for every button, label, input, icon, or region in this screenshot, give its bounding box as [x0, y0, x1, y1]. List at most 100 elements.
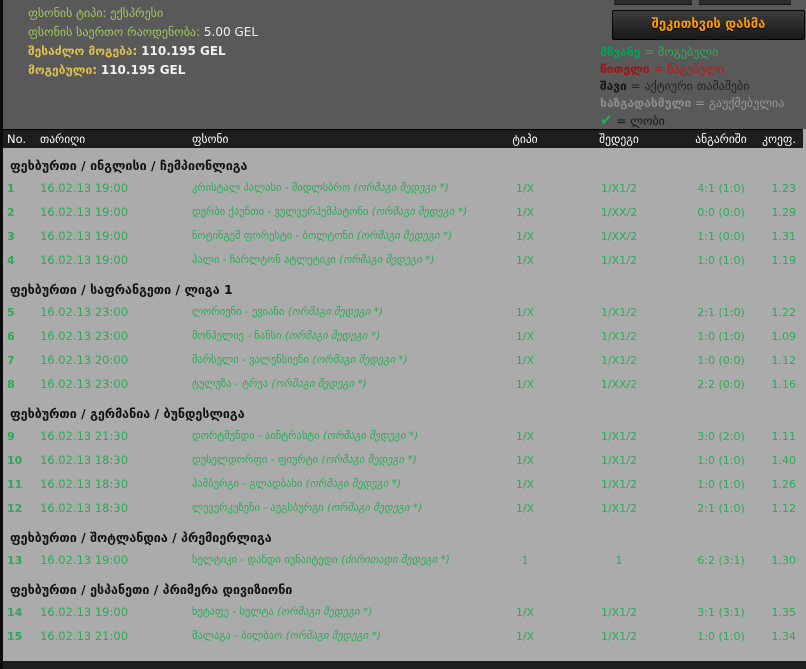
- legend-item: ✔ = ლობი: [600, 112, 784, 129]
- bet-section: ფეხბურთი / ესპანეთი / პრიმერა დივიზიონი 1…: [0, 580, 806, 648]
- section-title: ფეხბურთი / ესპანეთი / პრიმერა დივიზიონი: [10, 582, 293, 597]
- row-coef: 1.31: [771, 229, 797, 243]
- match-teams: სელტიკი - დანდი იუნაიტედი: [192, 553, 342, 566]
- row-number: 9: [7, 429, 15, 443]
- row-coef: 1.29: [771, 205, 797, 219]
- bet-type-value: ექსპრესი: [110, 6, 164, 20]
- bet-row: 11 16.02.13 18:30 ჰამბურგი - გლადბახი (ორმ…: [0, 472, 806, 496]
- legend-item: შავი = აქტიური თამაშები: [600, 78, 784, 95]
- legend-term: წითელი: [600, 62, 650, 76]
- match-note: (ორმაგი შედეგი *): [326, 501, 423, 514]
- row-type: 1/X: [515, 477, 535, 491]
- cutoff-button-2[interactable]: [699, 0, 791, 5]
- row-result: 1/X1/2: [601, 605, 637, 619]
- bet-row: 7 16.02.13 20:00 მარსელი - ვალენსიენი (ორმ…: [0, 348, 806, 372]
- bet-row: 2 16.02.13 19:00 დერბი ქაუნთი - ვულვერჰემპ…: [0, 200, 806, 224]
- legend-equals: =: [649, 62, 668, 76]
- bet-total-label: ფსონის საერთო რაოდენობა:: [28, 25, 201, 39]
- match-teams: ნოტინგემ ფორესტი - ბოლტონი: [192, 229, 357, 242]
- row-number: 12: [7, 501, 23, 515]
- section-title: ფეხბურთი / შოტლანდია / პრემიერლიგა: [10, 530, 272, 545]
- row-match: ჰალი - ჩარლტონ ატლეტიკი (ორმაგი შედეგი *…: [184, 254, 494, 267]
- legend-equals: =: [626, 79, 645, 93]
- row-coef: 1.26: [771, 477, 797, 491]
- match-note: (ძირითადი შედეგი *): [341, 553, 450, 566]
- bet-section: ფეხბურთი / საფრანგეთი / ლიგა 1 5 16.02.13 …: [0, 280, 806, 396]
- match-note: (ორმაგი შედეგი *): [312, 353, 408, 366]
- row-type: 1/X: [515, 629, 535, 643]
- row-result: 1/X1/2: [601, 353, 637, 367]
- legend-term: შავი: [600, 79, 627, 93]
- match-note: (ორმაგი შედეგი *): [277, 605, 373, 618]
- row-date: 16.02.13 18:30: [40, 477, 129, 491]
- left-border: [0, 0, 3, 669]
- row-match: ტულუზა - ტრუა (ორმაგი შედეგი *): [184, 378, 494, 391]
- row-number: 1: [7, 181, 15, 195]
- row-type: 1/X: [515, 205, 535, 219]
- legend-equals: =: [691, 96, 709, 110]
- row-match: დერბი ქაუნთი - ვულვერჰემპატონი (ორმაგი შ…: [184, 206, 494, 219]
- top-panel: ფსონის ტიპი: ექსპრესი ფსონის საერთო რაოდ…: [0, 0, 806, 129]
- match-teams: ჰამბურგი - გლადბახი: [192, 477, 306, 490]
- row-result: 1/X1/2: [601, 501, 637, 515]
- section-title: ფეხბურთი / საფრანგეთი / ლიგა 1: [10, 282, 233, 297]
- row-result: 1/XX/2: [600, 229, 638, 243]
- row-coef: 1.22: [771, 305, 797, 319]
- cutoff-button-1[interactable]: [614, 0, 692, 5]
- possible-win-value: 110.195 GEL: [141, 44, 226, 58]
- match-teams: კრისტალ პალასი - მიდლსბრო: [192, 181, 354, 194]
- row-score: 2:1 (1:0): [697, 501, 745, 515]
- match-teams: დუსელდორფი - ფიურტი: [192, 453, 322, 466]
- row-date: 16.02.13 19:00: [40, 205, 129, 219]
- row-result: 1/XX/2: [600, 205, 638, 219]
- legend-item: წითელი = წაგებული: [600, 61, 784, 78]
- row-type: 1/X: [515, 229, 535, 243]
- ask-question-button[interactable]: შეკითხვის დასმა: [612, 10, 805, 40]
- row-result: 1/X1/2: [601, 429, 637, 443]
- row-number: 13: [7, 553, 23, 567]
- bet-type-label: ფსონის ტიპი:: [28, 6, 107, 20]
- legend-desc: წაგებული: [667, 62, 725, 76]
- row-score: 2:1 (1:0): [697, 305, 745, 319]
- bet-row: 14 16.02.13 19:00 ხეტაფე - სელტა (ორმაგი შ…: [0, 600, 806, 624]
- row-result: 1/X1/2: [601, 305, 637, 319]
- bet-row: 5 16.02.13 23:00 ლორიენი - ევიანი (ორმაგი …: [0, 300, 806, 324]
- header-date: თარიღი: [40, 132, 86, 146]
- match-note: (ორმაგი შედეგი *): [339, 253, 435, 266]
- won-value: 110.195 GEL: [100, 63, 186, 77]
- bottom-bar: [0, 661, 806, 669]
- row-score: 3:0 (2:0): [697, 429, 745, 443]
- row-date: 16.02.13 19:00: [40, 253, 129, 267]
- match-note: (ორმაგი შედეგი *): [305, 477, 401, 490]
- match-teams: ლევერკუზენი - აუგსბურგი: [192, 501, 327, 514]
- row-type: 1/X: [515, 181, 535, 195]
- row-type: 1/X: [515, 305, 535, 319]
- bet-row: 15 16.02.13 21:00 მალაგა - ბილბაო (ორმაგი …: [0, 624, 806, 648]
- bet-row: 8 16.02.13 23:00 ტულუზა - ტრუა (ორმაგი შედ…: [0, 372, 806, 396]
- bet-section: ფეხბურთი / გერმანია / ბუნდესლიგა 9 16.02.1…: [0, 404, 806, 520]
- row-number: 4: [7, 253, 15, 267]
- row-score: 2:2 (0:0): [697, 377, 745, 391]
- row-score: 1:0 (1:0): [697, 629, 745, 643]
- row-type: 1: [521, 553, 529, 567]
- row-date: 16.02.13 23:00: [40, 377, 129, 391]
- match-note: (ორმაგი შედეგი *): [271, 377, 367, 390]
- row-type: 1/X: [515, 429, 535, 443]
- row-score: 1:0 (1:0): [697, 477, 745, 491]
- bet-row: 12 16.02.13 18:30 ლევერკუზენი - აუგსბურგი …: [0, 496, 806, 520]
- row-match: სელტიკი - დანდი იუნაიტედი (ძირითადი შედე…: [184, 554, 494, 567]
- row-number: 8: [7, 377, 15, 391]
- row-number: 7: [7, 353, 15, 367]
- row-match: ხეტაფე - სელტა (ორმაგი შედეგი *): [184, 606, 494, 619]
- row-match: მონპელიე - ნანსი (ორმაგი შედეგი *): [184, 330, 494, 343]
- match-note: (ორმაგი შედეგი *): [321, 453, 417, 466]
- bet-row: 6 16.02.13 23:00 მონპელიე - ნანსი (ორმაგი …: [0, 324, 806, 348]
- legend-desc: გაუქმებულია: [708, 96, 785, 110]
- row-match: ლორიენი - ევიანი (ორმაგი შედეგი *): [184, 306, 494, 319]
- legend-item: მწვანე = მოგებული: [600, 44, 784, 61]
- row-coef: 1.09: [771, 329, 797, 343]
- row-score: 1:0 (0:0): [697, 353, 745, 367]
- row-type: 1/X: [515, 605, 535, 619]
- header-coef: კოეფ.: [762, 132, 796, 146]
- row-coef: 1.35: [771, 605, 797, 619]
